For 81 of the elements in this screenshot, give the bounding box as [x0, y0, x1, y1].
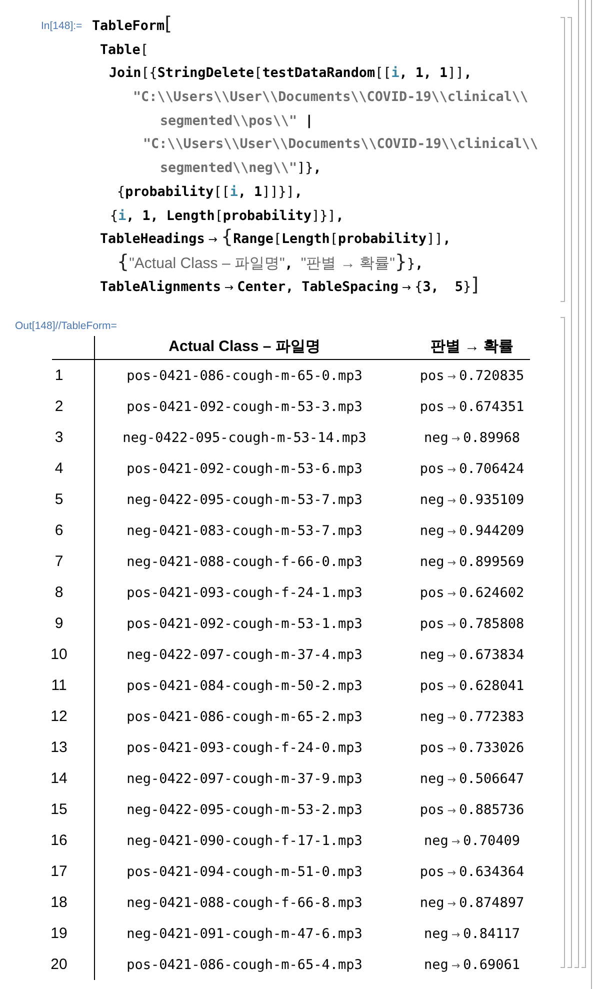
- table-cell: neg → 0.772383: [420, 708, 524, 726]
- row-header: 16: [50, 832, 68, 850]
- table-cell: pos → 0.634364: [420, 862, 524, 881]
- row-header: 19: [50, 925, 68, 942]
- row-header: 10: [50, 646, 68, 664]
- column-header: 판별 → 확률: [430, 336, 514, 356]
- row-header: 12: [50, 708, 68, 726]
- table-cell: pos-0421-092-cough-m-53-1.mp3: [126, 616, 362, 632]
- row-header: 4: [54, 460, 64, 478]
- code-line: segmented\\pos\\" |: [160, 112, 314, 131]
- row-header: 6: [54, 522, 64, 540]
- cell-bracket[interactable]: [567, 17, 572, 968]
- table-cell: pos-0421-086-cough-m-65-0.mp3: [126, 368, 362, 384]
- code-line: {i, 1, Length[probability]}],: [110, 208, 344, 226]
- code-line: "C:\\Users\\User\\Documents\\COVID-19\\clinical\\: [133, 89, 528, 108]
- row-header: 5: [54, 491, 64, 508]
- table-cell: pos-0421-092-cough-m-53-6.mp3: [126, 460, 362, 477]
- table-cell: pos → 0.706424: [420, 460, 524, 478]
- table-cell: neg → 0.89968: [424, 428, 520, 447]
- code-line: {"Actual Class – 파일명", "판별 → 확률"}},: [117, 252, 424, 275]
- row-header: 13: [50, 739, 68, 756]
- table-cell: neg-0422-097-cough-m-37-9.mp3: [126, 770, 362, 787]
- table-cell: neg-0421-083-cough-m-53-7.mp3: [126, 522, 362, 539]
- code-line: segmented\\neg\\"]},: [160, 160, 322, 178]
- table-cell: pos-0421-086-cough-m-65-4.mp3: [126, 956, 362, 973]
- table-cell: pos → 0.785808: [420, 614, 524, 633]
- table-cell: pos → 0.674351: [420, 398, 524, 416]
- cell-bracket[interactable]: [560, 317, 565, 968]
- table-cell: neg-0421-088-cough-f-66-0.mp3: [126, 554, 362, 570]
- table-cell: neg → 0.944209: [420, 522, 524, 540]
- row-header: 20: [50, 956, 68, 974]
- table-cell: pos → 0.885736: [420, 800, 524, 819]
- code-line: Join[{StringDelete[testDataRandom[[i, 1, 1]],: [109, 65, 472, 84]
- cell-bracket[interactable]: [574, 0, 579, 968]
- table-cell: neg → 0.84117: [424, 924, 520, 943]
- code-line: TableAlignments → Center, TableSpacing → {3, 5}]: [100, 276, 478, 298]
- row-header: 1: [54, 367, 64, 384]
- table-cell: neg-0421-088-cough-f-66-8.mp3: [126, 894, 362, 911]
- row-header: 8: [54, 584, 64, 602]
- table-cell: pos-0421-084-cough-m-50-2.mp3: [126, 678, 362, 694]
- code-line: TableHeadings → {Range[Length[probability]],: [100, 228, 451, 250]
- row-header: 17: [50, 863, 68, 880]
- row-header: 14: [50, 770, 68, 788]
- row-header: 18: [50, 894, 68, 912]
- table-cell: pos-0421-093-cough-f-24-1.mp3: [126, 584, 362, 601]
- table-cell: neg-0422-095-cough-m-53-14.mp3: [122, 430, 366, 446]
- row-header: 9: [54, 615, 64, 632]
- table-cell: neg → 0.506647: [420, 770, 524, 788]
- code-line: "C:\\Users\\User\\Documents\\COVID-19\\clinical\\: [143, 136, 538, 154]
- table-cell: pos-0421-094-cough-m-51-0.mp3: [126, 864, 362, 880]
- output-label: Out[148]//TableForm=: [15, 319, 117, 334]
- table-cell: neg → 0.70409: [424, 832, 520, 850]
- table-cell: pos → 0.628041: [420, 676, 524, 695]
- table-cell: pos-0421-086-cough-m-65-2.mp3: [126, 708, 362, 725]
- column-header: Actual Class – 파일명: [168, 336, 320, 356]
- table-cell: neg-0421-091-cough-m-47-6.mp3: [126, 926, 362, 942]
- cell-bracket[interactable]: [581, 0, 586, 968]
- code-line: Table[: [100, 42, 148, 60]
- code-line: {probability[[i, 1]]}],: [117, 184, 302, 202]
- table-cell: neg → 0.935109: [420, 490, 524, 509]
- table-cell: neg-0421-090-cough-f-17-1.mp3: [126, 832, 362, 849]
- table-cell: neg → 0.69061: [424, 956, 520, 974]
- table-cell: neg-0422-097-cough-m-37-4.mp3: [126, 646, 362, 663]
- input-label: In[148]:=: [41, 19, 82, 34]
- table-cell: pos → 0.720835: [420, 366, 524, 385]
- row-header: 3: [54, 429, 64, 446]
- table-cell: neg-0422-095-cough-m-53-7.mp3: [126, 492, 362, 508]
- table-cell: neg → 0.899569: [420, 552, 524, 571]
- row-header: 11: [51, 677, 67, 694]
- code-line: TableForm[: [92, 15, 172, 37]
- row-header: 15: [50, 801, 68, 818]
- table-cell: neg → 0.874897: [420, 894, 524, 912]
- table-cell: pos-0421-093-cough-f-24-0.mp3: [126, 740, 362, 756]
- table-cell: pos-0421-092-cough-m-53-3.mp3: [126, 398, 362, 415]
- table-cell: pos → 0.733026: [420, 738, 524, 757]
- row-header: 2: [54, 398, 64, 416]
- cell-bracket[interactable]: [560, 17, 565, 302]
- table-cell: neg-0422-095-cough-m-53-2.mp3: [126, 802, 362, 818]
- row-header: 7: [54, 553, 64, 570]
- table-cell: neg → 0.673834: [420, 646, 524, 664]
- table-cell: pos → 0.624602: [420, 584, 524, 602]
